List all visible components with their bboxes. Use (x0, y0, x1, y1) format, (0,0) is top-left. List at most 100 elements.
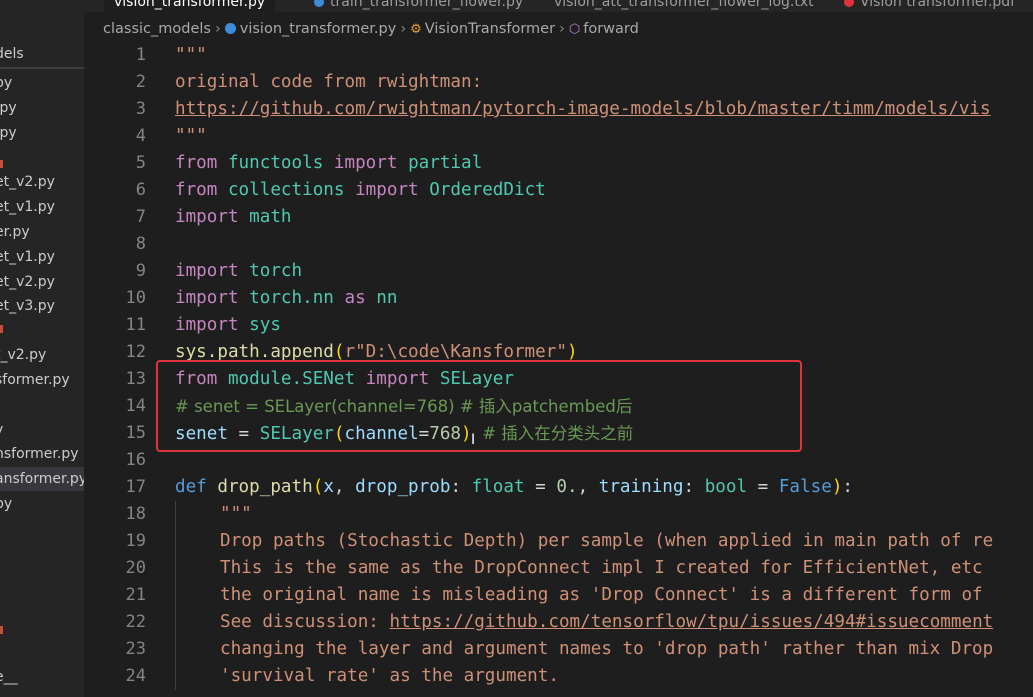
sidebar-divider (0, 67, 84, 69)
indent-guide (175, 528, 176, 555)
explorer-item[interactable]: sformer.py (0, 368, 75, 392)
annotation-highlight-box (156, 360, 802, 452)
method-cube-icon: ⬡ (568, 22, 581, 37)
line-number: 8 (135, 234, 146, 254)
code-line: 23 changing the layer and argument names… (84, 636, 1033, 663)
tab-pdf[interactable]: Vision transformer.pdf (844, 0, 1015, 12)
breadcrumb-class[interactable]: VisionTransformer (425, 21, 555, 37)
line-number: 21 (125, 585, 146, 605)
modified-marker (0, 160, 3, 168)
indent-guide (175, 663, 176, 690)
code-line: 11 import sys (84, 312, 1033, 339)
breadcrumb-file[interactable]: vision_transformer.py (240, 21, 397, 37)
tab-vision-transformer[interactable]: vision_transformer.py (104, 0, 276, 12)
explorer-item[interactable]: et_v2.py (0, 170, 60, 194)
explorer-item[interactable]: et_v3.py (0, 294, 60, 318)
explorer-item[interactable]: py (0, 71, 17, 95)
explorer-item-label: et_v1.py (0, 249, 55, 265)
code-line: 1 """ (84, 44, 1033, 69)
code-line: 5 from functools import partial (84, 150, 1033, 177)
explorer-item[interactable]: .py (0, 96, 22, 120)
line-number: 7 (135, 207, 146, 227)
code-text: def drop_path(x, drop_prob: float = 0., … (175, 477, 853, 497)
line-number: 18 (125, 504, 146, 524)
python-file-icon (314, 0, 324, 7)
explorer-item[interactable]: et_v1.py (0, 245, 60, 269)
python-file-icon (224, 23, 236, 34)
explorer-item-label: .py (0, 125, 17, 141)
line-number: 2 (135, 72, 146, 92)
code-text: https://github.com/rwightman/pytorch-ima… (175, 96, 991, 123)
breadcrumb-folder[interactable]: classic_models (103, 21, 211, 37)
url-link[interactable]: https://github.com/tensorflow/tpu/issues… (389, 612, 993, 632)
line-number: 19 (125, 531, 146, 551)
code-text: the original name is misleading as 'Drop… (220, 585, 983, 605)
line-number: 16 (125, 450, 146, 470)
pdf-file-icon (844, 0, 854, 7)
url-link[interactable]: https://github.com/rwightman/pytorch-ima… (175, 99, 991, 119)
code-line: 24 'survival rate' as the argument. (84, 663, 1033, 690)
line-number: 10 (125, 288, 146, 308)
chevron-right-icon: › (400, 21, 407, 37)
editor-tabs: vision_transformer.py train_transformer_… (84, 0, 1033, 12)
line-number: 17 (125, 477, 146, 497)
tab-log-file[interactable]: vision_att_transformer_flower_log.txt (554, 0, 814, 12)
explorer-item-label: nsformer.py (0, 446, 79, 462)
code-text: Drop paths (Stochastic Depth) per sample… (220, 531, 994, 551)
code-line: 2 original code from rwightman: (84, 69, 1033, 96)
code-line: 7 import math (84, 204, 1033, 231)
code-text: This is the same as the DropConnect impl… (220, 558, 983, 578)
explorer-item-label: et_v2.py (0, 274, 55, 290)
line-number: 5 (135, 153, 146, 173)
code-line: 9 import torch (84, 258, 1033, 285)
explorer-item-label: y (0, 422, 3, 438)
line-number: 13 (125, 369, 146, 389)
tab-train-transformer[interactable]: train_transformer_flower.py (314, 0, 523, 12)
explorer-item[interactable]: y (0, 418, 8, 442)
code-text: changing the layer and argument names to… (220, 639, 994, 659)
code-line: 22 See discussion: https://github.com/te… (84, 609, 1033, 636)
line-number: 1 (135, 45, 146, 65)
tab-label: vision_transformer.py (114, 0, 266, 10)
code-text: 'survival rate' as the argument. (220, 666, 559, 686)
explorer-item[interactable]: er.py (0, 220, 35, 244)
explorer-item-label: et_v3.py (0, 298, 55, 314)
code-text: """ (220, 504, 252, 524)
explorer-item-selected[interactable]: ansformer.py (0, 467, 84, 491)
explorer-item-label: .py (0, 100, 17, 116)
breadcrumb-method[interactable]: forward (583, 21, 639, 37)
explorer-item-label: et_v2.py (0, 174, 55, 190)
explorer-item[interactable]: e__ (0, 665, 23, 689)
breadcrumb: classic_models › vision_transformer.py › ⚙ Vi… (84, 14, 1033, 44)
explorer-item[interactable]: dels (0, 42, 29, 66)
code-line: 3 https://github.com/rwightman/pytorch-i… (84, 96, 1033, 123)
line-number: 11 (125, 315, 146, 335)
modified-marker (0, 626, 3, 634)
explorer-sidebar: dels py .py .py et_v2.py et_v1.py er.py … (0, 0, 84, 697)
explorer-item[interactable]: nsformer.py (0, 442, 84, 466)
explorer-item-label: py (0, 496, 13, 512)
tab-label: Vision transformer.pdf (860, 0, 1016, 10)
text-cursor-icon: I (471, 432, 476, 448)
explorer-item-label: t_v2.py (0, 347, 47, 363)
code-text: original code from rwightman: (175, 72, 483, 92)
explorer-item[interactable]: .py (0, 121, 22, 145)
explorer-item[interactable]: py (0, 492, 17, 516)
explorer-item-label: py (0, 75, 13, 91)
indent-guide (175, 609, 176, 636)
tab-label: train_transformer_flower.py (330, 0, 524, 10)
explorer-item[interactable]: et_v2.py (0, 270, 60, 294)
explorer-item-label: ansformer.py (0, 471, 84, 487)
explorer-item[interactable]: et_v1.py (0, 195, 60, 219)
explorer-item-label: e__ (0, 669, 18, 685)
line-number: 9 (135, 261, 146, 281)
line-number: 3 (135, 99, 146, 119)
class-icon: ⚙ (410, 22, 422, 37)
code-line: 20 This is the same as the DropConnect i… (84, 555, 1033, 582)
chevron-right-icon: › (214, 21, 221, 37)
code-line: 8 (84, 231, 1033, 258)
explorer-item[interactable]: t_v2.py (0, 343, 51, 367)
line-number: 4 (135, 126, 146, 146)
indent-guide (175, 582, 176, 609)
code-line: 18 """ (84, 501, 1033, 528)
